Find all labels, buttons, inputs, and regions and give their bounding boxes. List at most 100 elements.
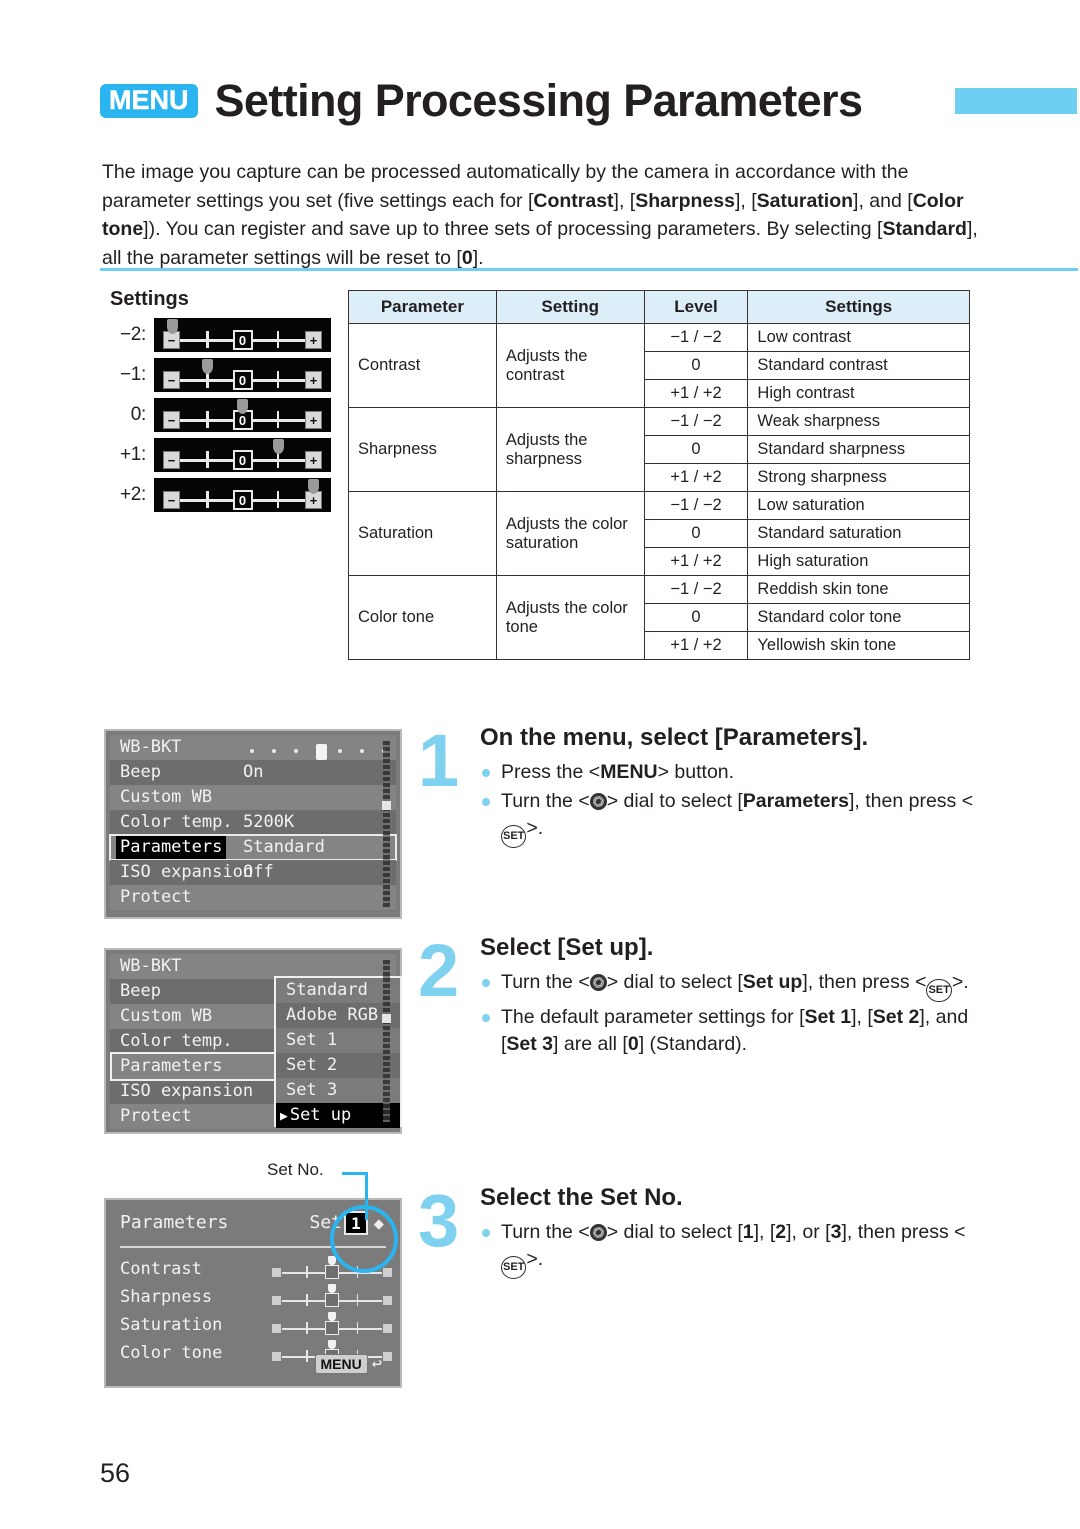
text: Turn the < — [501, 971, 590, 993]
text: >. — [951, 971, 969, 993]
text: Turn the < — [501, 1221, 590, 1243]
lcd1-scrollbar[interactable] — [383, 741, 390, 907]
lcd2-scroll-thumb[interactable] — [382, 1014, 391, 1023]
slider-minus-end: − — [163, 451, 180, 469]
lcd1-inner: WB-BKT Beep On Custom WB Color temp. 5200K Par… — [109, 735, 397, 913]
cell-level: 0 — [643, 435, 749, 464]
slider-tick — [206, 331, 209, 348]
menu-button-ref: MENU — [600, 761, 658, 783]
lcd2-dropdown-item[interactable]: Standard — [276, 978, 400, 1003]
cell-level: −1 / −2 — [643, 491, 749, 520]
settings-legend-label: +2: — [119, 484, 146, 505]
slider-plus-end: + — [305, 411, 322, 429]
lcd2-row-label: Beep — [120, 981, 161, 1001]
text: ], [ — [851, 1006, 873, 1028]
cell-level: 0 — [643, 519, 749, 548]
th-setting: Setting — [495, 290, 645, 324]
lcd1-scroll-thumb[interactable] — [382, 801, 391, 810]
th-parameter: Parameter — [348, 290, 497, 324]
lcd2-dropdown-item[interactable]: Set 3 — [276, 1078, 400, 1103]
cell-parameter: Saturation — [348, 491, 497, 576]
text: ] (Standard). — [638, 1033, 748, 1055]
slider-tick — [276, 331, 279, 348]
lcd3-parameter-slider[interactable] — [268, 1312, 396, 1338]
lcd2-dropdown-item[interactable]: Set 1 — [276, 1028, 400, 1053]
lcd3-parameter-row[interactable]: Sharpness — [120, 1284, 393, 1310]
step-1-bullet-2: Turn the < > dial to select [Parameters],… — [480, 788, 980, 848]
selection-arrow-icon: ▶ — [280, 1109, 288, 1124]
settings-legend-label: −1: — [119, 364, 146, 385]
section-divider — [100, 268, 1078, 271]
text: ], then press < — [849, 790, 974, 812]
step-3-number: 3 — [418, 1179, 459, 1262]
lcd3-parameter-row[interactable]: Saturation — [120, 1312, 393, 1338]
set-button-icon: SET — [501, 825, 527, 848]
step-2-bullet-1: Turn the < > dial to select [Set up], the… — [480, 969, 980, 1002]
camera-lcd-screen-2: WB-BKT Beep Custom WB Color temp. Parameters… — [104, 948, 402, 1134]
slider-minus-end: − — [163, 411, 180, 429]
cell-setting: Adjusts the color saturation — [495, 491, 645, 576]
settings-legend-row: +1: − 0 + — [104, 438, 334, 472]
step-2-title: Select [Set up]. — [480, 934, 654, 961]
settings-legend-row: −2: −0 + — [104, 318, 334, 352]
slider-minus-end — [271, 1351, 282, 1362]
dial-icon — [589, 793, 607, 810]
lcd2-dropdown-item[interactable]: ▶ Set up — [276, 1103, 400, 1128]
cell-level: +1 / +2 — [643, 463, 749, 492]
text: >. — [526, 1248, 544, 1270]
dial-icon — [589, 1224, 607, 1241]
cell-settings: Standard saturation — [747, 519, 970, 548]
table-header: Parameter Setting Level Settings — [348, 290, 970, 324]
table-row: Sharpness Adjusts the sharpness −1 / −2 Wea… — [348, 407, 970, 492]
menu-badge-icon: MENU — [100, 84, 198, 118]
bold-term: Set 1 — [804, 1006, 852, 1028]
slider-plus-end: + — [305, 371, 322, 389]
slider-pointer — [166, 319, 178, 334]
lcd3-parameter-slider[interactable] — [268, 1284, 396, 1310]
text: > button. — [657, 761, 735, 783]
lcd1-menu-row[interactable]: ISO expansion Off — [110, 860, 396, 885]
bold-term: 1 — [742, 1221, 754, 1243]
slider-tick — [276, 371, 279, 388]
cell-settings: Weak sharpness — [747, 407, 970, 436]
lcd1-menu-row[interactable]: Beep On — [110, 760, 396, 785]
lcd2-dropdown-item[interactable]: Set 2 — [276, 1053, 400, 1078]
title-accent-bar — [955, 88, 1077, 114]
slider-pointer — [328, 1340, 336, 1349]
slider-zero-mark — [325, 1321, 339, 1335]
lcd3-title: Parameters — [120, 1212, 229, 1233]
text: Turn the < — [501, 790, 590, 812]
step-1-title: On the menu, select [Parameters]. — [480, 724, 869, 751]
text: ], then press < — [802, 971, 927, 993]
lcd1-menu-row[interactable]: Protect — [110, 885, 396, 910]
cell-parameter: Contrast — [348, 323, 497, 408]
lcd2-scrollbar[interactable] — [383, 960, 390, 1122]
lcd2-dropdown-item-label: Set 1 — [286, 1030, 338, 1050]
lcd1-row-value: On — [243, 762, 264, 782]
slider-zero-mark: 0 — [232, 450, 253, 470]
intro-line-2a: parameter settings you set (five setting… — [102, 189, 534, 212]
cell-settings: Standard color tone — [747, 603, 970, 632]
lcd1-menu-row[interactable]: Color temp. 5200K — [110, 810, 396, 835]
bold-term: Set up — [742, 971, 803, 993]
slider-plus-end — [382, 1351, 393, 1362]
intro-line-1: The image you capture can be processed a… — [102, 161, 909, 183]
bold-term: 2 — [775, 1221, 787, 1243]
lcd1-row-value: Standard — [243, 837, 325, 857]
cell-settings: Low saturation — [747, 491, 970, 520]
lcd1-menu-row[interactable]: WB-BKT — [110, 735, 396, 760]
slider-zero-mark — [325, 1265, 339, 1279]
cell-settings: Yellowish skin tone — [747, 631, 970, 660]
term-zero: 0 — [461, 246, 473, 269]
intro-line-3b: ]). You can register and save up to thre… — [143, 218, 762, 240]
cell-settings: Standard contrast — [747, 351, 970, 380]
settings-legend-label: +1: — [119, 444, 146, 465]
lcd1-row-label: Beep — [120, 762, 161, 782]
slider-pointer — [272, 439, 284, 454]
dial-icon — [589, 974, 607, 991]
table-body: Contrast Adjusts the contrast −1 / −2 Low c… — [348, 323, 970, 660]
lcd1-menu-row[interactable]: Parameters Standard — [109, 834, 397, 861]
lcd1-menu-row[interactable]: Custom WB — [110, 785, 396, 810]
lcd3-parameter-name: Saturation — [120, 1315, 223, 1335]
lcd3-menu-return[interactable]: MENU ↩ — [314, 1354, 382, 1374]
